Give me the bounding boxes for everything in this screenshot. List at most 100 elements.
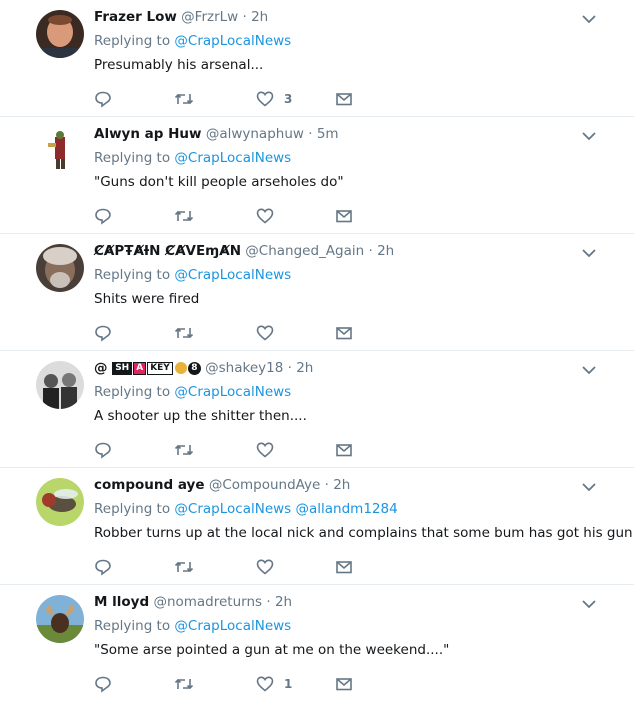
tweet[interactable]: Frazer Low @FrzrLw · 2h Replying to @Cra… bbox=[0, 0, 634, 117]
like-button[interactable]: 3 bbox=[256, 88, 292, 110]
retweet-button[interactable] bbox=[174, 673, 194, 695]
separator-dot: · bbox=[266, 594, 271, 610]
tweet-text: Shits were fired bbox=[94, 291, 200, 307]
retweet-button[interactable] bbox=[174, 322, 194, 344]
chevron-down-icon[interactable] bbox=[580, 127, 598, 145]
tweet[interactable]: compound aye @CompoundAye · 2h Replying … bbox=[0, 468, 634, 585]
name-badge: A bbox=[133, 361, 147, 375]
separator-dot: · bbox=[242, 9, 247, 25]
like-button[interactable] bbox=[256, 556, 284, 578]
medal-icon bbox=[174, 362, 187, 374]
replying-to-line: Replying to @CrapLocalNews bbox=[94, 383, 291, 401]
like-icon bbox=[256, 442, 274, 458]
replying-to-link[interactable]: @CrapLocalNews bbox=[174, 618, 291, 634]
replying-to-link[interactable]: @allandm1284 bbox=[296, 501, 398, 517]
replying-to-line: Replying to @CrapLocalNews @allandm1284 bbox=[94, 500, 398, 518]
direct-message-icon bbox=[336, 444, 352, 457]
tweet-text: "Guns don't kill people arseholes do" bbox=[94, 174, 344, 190]
tweet[interactable]: Alwyn ap Huw @alwynaphuw · 5m Replying t… bbox=[0, 117, 634, 234]
reply-icon bbox=[95, 442, 111, 459]
like-icon bbox=[256, 91, 274, 107]
retweet-button[interactable] bbox=[174, 88, 194, 110]
direct-message-button[interactable] bbox=[335, 322, 353, 344]
display-name[interactable]: @ SH A KEY 8 bbox=[94, 360, 201, 376]
like-icon bbox=[256, 208, 274, 224]
action-bar: 3 bbox=[94, 88, 374, 110]
display-name[interactable]: Frazer Low bbox=[94, 9, 177, 25]
replying-to-link[interactable]: @CrapLocalNews bbox=[174, 33, 291, 49]
display-name[interactable]: ȻȺPŦȺƗN ȻȺVEɱȺN bbox=[94, 243, 241, 259]
direct-message-button[interactable] bbox=[335, 556, 353, 578]
like-button[interactable] bbox=[256, 205, 284, 227]
user-handle[interactable]: @Changed_Again bbox=[245, 243, 364, 259]
like-button[interactable] bbox=[256, 439, 284, 461]
reply-button[interactable] bbox=[94, 322, 112, 344]
display-name[interactable]: Alwyn ap Huw bbox=[94, 126, 202, 142]
tweet-text: Robber turns up at the local nick and co… bbox=[94, 525, 634, 541]
direct-message-button[interactable] bbox=[335, 673, 353, 695]
replying-to-link[interactable]: @CrapLocalNews bbox=[174, 501, 291, 517]
chevron-down-icon[interactable] bbox=[580, 595, 598, 613]
like-button[interactable] bbox=[256, 322, 284, 344]
direct-message-button[interactable] bbox=[335, 439, 353, 461]
reply-button[interactable] bbox=[94, 439, 112, 461]
avatar[interactable] bbox=[36, 244, 84, 292]
replying-to-link[interactable]: @CrapLocalNews bbox=[174, 267, 291, 283]
avatar[interactable] bbox=[36, 127, 84, 175]
retweet-icon bbox=[174, 444, 194, 456]
avatar[interactable] bbox=[36, 10, 84, 58]
reply-button[interactable] bbox=[94, 673, 112, 695]
timestamp[interactable]: 2h bbox=[296, 360, 313, 376]
display-name[interactable]: M lloyd bbox=[94, 594, 149, 610]
replying-to-line: Replying to @CrapLocalNews bbox=[94, 617, 291, 635]
replying-to-label: Replying to bbox=[94, 267, 171, 283]
reply-button[interactable] bbox=[94, 556, 112, 578]
direct-message-button[interactable] bbox=[335, 205, 353, 227]
reply-button[interactable] bbox=[94, 88, 112, 110]
retweet-button[interactable] bbox=[174, 556, 194, 578]
name-badge: SH bbox=[112, 361, 133, 375]
like-icon bbox=[256, 559, 274, 575]
eight-ball-icon: 8 bbox=[187, 361, 201, 375]
replying-to-link[interactable]: @CrapLocalNews bbox=[174, 384, 291, 400]
separator-dot: · bbox=[368, 243, 373, 259]
user-handle[interactable]: @alwynaphuw bbox=[206, 126, 304, 142]
timestamp[interactable]: 5m bbox=[317, 126, 339, 142]
retweet-button[interactable] bbox=[174, 439, 194, 461]
like-icon bbox=[256, 325, 274, 341]
like-button[interactable]: 1 bbox=[256, 673, 292, 695]
retweet-button[interactable] bbox=[174, 205, 194, 227]
tweet[interactable]: ȻȺPŦȺƗN ȻȺVEɱȺN @Changed_Again · 2h Repl… bbox=[0, 234, 634, 351]
separator-dot: · bbox=[324, 477, 329, 493]
user-handle[interactable]: @CompoundAye bbox=[209, 477, 320, 493]
tweet-text: Presumably his arsenal... bbox=[94, 57, 264, 73]
reply-button[interactable] bbox=[94, 205, 112, 227]
user-handle[interactable]: @FrzrLw bbox=[181, 9, 238, 25]
direct-message-button[interactable] bbox=[335, 88, 353, 110]
timestamp[interactable]: 2h bbox=[251, 9, 268, 25]
timestamp[interactable]: 2h bbox=[377, 243, 394, 259]
action-bar bbox=[94, 439, 374, 461]
tweet[interactable]: @ SH A KEY 8 @shakey18 · 2h Replying to @Cr… bbox=[0, 351, 634, 468]
replying-to-link[interactable]: @CrapLocalNews bbox=[174, 150, 291, 166]
tweet[interactable]: M lloyd @nomadreturns · 2h Replying to @… bbox=[0, 585, 634, 702]
avatar[interactable] bbox=[36, 595, 84, 643]
display-name[interactable]: compound aye bbox=[94, 477, 205, 493]
timestamp[interactable]: 2h bbox=[275, 594, 292, 610]
replying-to-line: Replying to @CrapLocalNews bbox=[94, 32, 291, 50]
chevron-down-icon[interactable] bbox=[580, 244, 598, 262]
chevron-down-icon[interactable] bbox=[580, 478, 598, 496]
avatar[interactable] bbox=[36, 361, 84, 409]
chevron-down-icon[interactable] bbox=[580, 361, 598, 379]
timestamp[interactable]: 2h bbox=[333, 477, 350, 493]
direct-message-icon bbox=[336, 210, 352, 223]
avatar[interactable] bbox=[36, 478, 84, 526]
replying-to-line: Replying to @CrapLocalNews bbox=[94, 149, 291, 167]
reply-icon bbox=[95, 325, 111, 342]
direct-message-icon bbox=[336, 327, 352, 340]
chevron-down-icon[interactable] bbox=[580, 10, 598, 28]
tweet-header: Alwyn ap Huw @alwynaphuw · 5m bbox=[94, 125, 339, 143]
user-handle[interactable]: @shakey18 bbox=[205, 360, 283, 376]
user-handle[interactable]: @nomadreturns bbox=[153, 594, 262, 610]
like-count: 1 bbox=[284, 677, 293, 691]
